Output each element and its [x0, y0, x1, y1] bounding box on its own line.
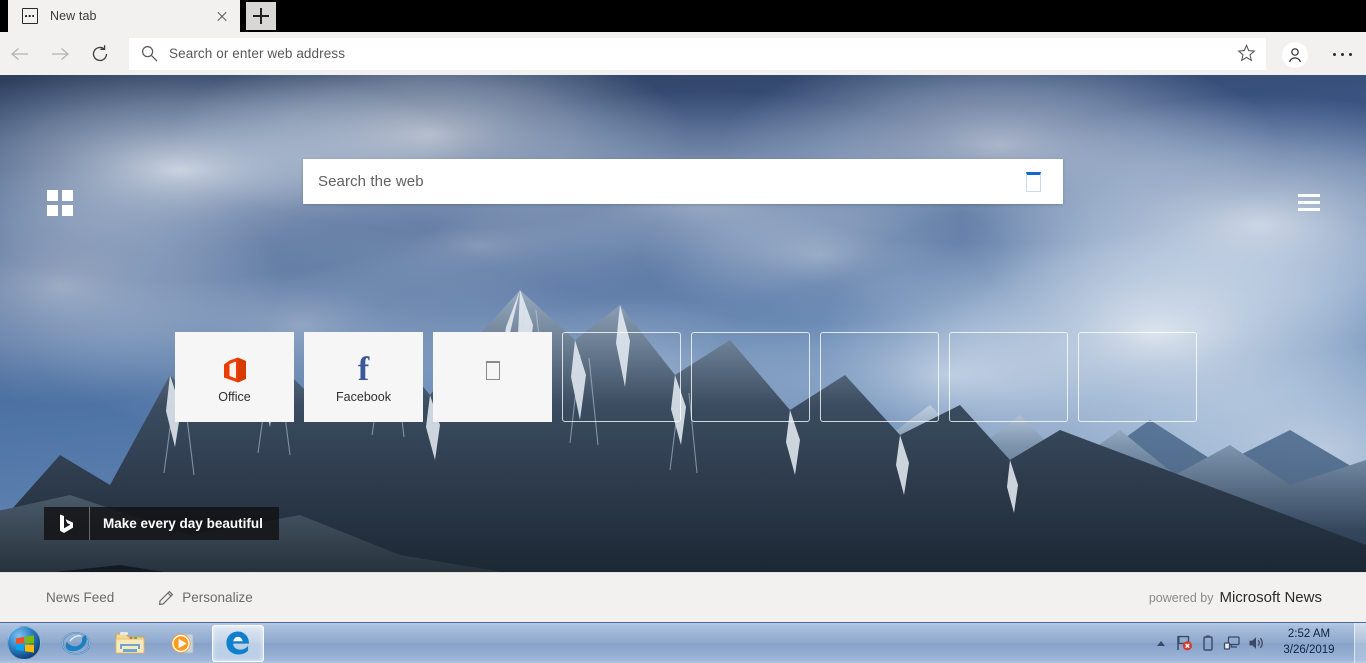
top-site-label: Facebook [304, 390, 423, 404]
internet-explorer-icon [61, 629, 91, 657]
top-site-tile-office[interactable]: Office [175, 332, 294, 422]
waffle-square [47, 190, 58, 201]
close-icon[interactable] [210, 4, 234, 28]
title-bar: New tab [0, 0, 1366, 32]
bing-banner-text: Make every day beautiful [90, 516, 279, 531]
windows-start-orb-icon[interactable] [0, 624, 48, 663]
show-hidden-icons-arrow[interactable] [1150, 623, 1172, 663]
taskbar-item-file-explorer[interactable] [104, 625, 156, 662]
star-icon[interactable] [1228, 44, 1266, 64]
person-icon [1282, 42, 1308, 68]
arrow-right-icon [51, 47, 69, 61]
profile-button[interactable] [1272, 32, 1320, 75]
edge-browser-window: New tab Se [0, 0, 1366, 663]
ellipsis-icon[interactable] [1320, 32, 1366, 75]
battery-icon[interactable] [1196, 623, 1220, 663]
system-tray: 2:52 AM 3/26/2019 [1150, 623, 1366, 663]
microsoft-edge-icon [223, 628, 253, 658]
navigation-toolbar: Search or enter web address [0, 32, 1366, 75]
file-explorer-icon [114, 629, 146, 657]
powered-by-prefix: powered by [1149, 591, 1214, 605]
windows-media-player-icon [169, 629, 199, 657]
bing-logo-icon [44, 507, 90, 540]
action-center-flag-icon[interactable] [1172, 623, 1196, 663]
search-icon [135, 46, 169, 62]
powered-by-brand: Microsoft News [1219, 589, 1322, 606]
web-search-box[interactable]: Search the web [303, 159, 1063, 204]
top-site-label: Office [175, 390, 294, 404]
missing-glyph-box [1026, 172, 1041, 192]
top-sites-tiles: Office f Facebook [175, 332, 1197, 422]
arrow-left-icon [11, 47, 29, 61]
taskbar-item-microsoft-edge[interactable] [212, 625, 264, 662]
news-footer-bar: News Feed Personalize powered by Microso… [0, 572, 1366, 622]
plus-icon[interactable] [246, 2, 276, 30]
missing-glyph-icon [433, 354, 552, 386]
browser-tab[interactable]: New tab [8, 0, 240, 32]
waffle-square [62, 205, 73, 216]
top-site-tile-empty[interactable] [691, 332, 810, 422]
refresh-icon [90, 44, 110, 64]
clock-date: 3/26/2019 [1283, 644, 1334, 656]
top-site-tile-empty[interactable] [949, 332, 1068, 422]
facebook-logo-icon: f [304, 354, 423, 386]
new-tab-page-icon [22, 8, 38, 24]
new-tab-page: Search the web Office [0, 75, 1366, 622]
office-logo-icon [175, 354, 294, 386]
hamburger-menu-icon[interactable] [1298, 194, 1320, 212]
back-button[interactable] [0, 34, 40, 74]
microsoft-waffle-icon[interactable] [47, 190, 73, 216]
top-site-tile-unnamed[interactable] [433, 332, 552, 422]
personalize-label: Personalize [182, 590, 253, 605]
refresh-button[interactable] [80, 34, 120, 74]
network-icon[interactable] [1220, 623, 1244, 663]
show-desktop-button[interactable] [1354, 623, 1366, 663]
waffle-square [62, 190, 73, 201]
bing-image-banner[interactable]: Make every day beautiful [44, 507, 279, 540]
windows-taskbar: 2:52 AM 3/26/2019 [0, 622, 1366, 663]
top-site-tile-empty[interactable] [562, 332, 681, 422]
news-feed-link[interactable]: News Feed [46, 590, 114, 605]
taskbar-clock[interactable]: 2:52 AM 3/26/2019 [1268, 627, 1350, 658]
volume-icon[interactable] [1244, 623, 1268, 663]
pencil-icon [158, 590, 174, 606]
forward-button[interactable] [40, 34, 80, 74]
top-site-tile-facebook[interactable]: f Facebook [304, 332, 423, 422]
address-bar[interactable]: Search or enter web address [129, 38, 1266, 70]
hamburger-line [1298, 194, 1320, 197]
cortana-microphone-icon[interactable] [1015, 171, 1055, 193]
address-input[interactable]: Search or enter web address [169, 46, 1228, 61]
taskbar-item-windows-media-player[interactable] [158, 625, 210, 662]
hamburger-line [1298, 208, 1320, 211]
clock-time: 2:52 AM [1288, 628, 1330, 640]
personalize-button[interactable]: Personalize [158, 590, 253, 606]
top-site-tile-empty[interactable] [1078, 332, 1197, 422]
web-search-input[interactable]: Search the web [318, 173, 1015, 190]
taskbar-item-internet-explorer[interactable] [50, 625, 102, 662]
tab-title: New tab [50, 9, 210, 23]
waffle-square [47, 205, 58, 216]
hamburger-line [1298, 201, 1320, 204]
top-site-tile-empty[interactable] [820, 332, 939, 422]
powered-by-credit: powered by Microsoft News [1149, 589, 1322, 606]
